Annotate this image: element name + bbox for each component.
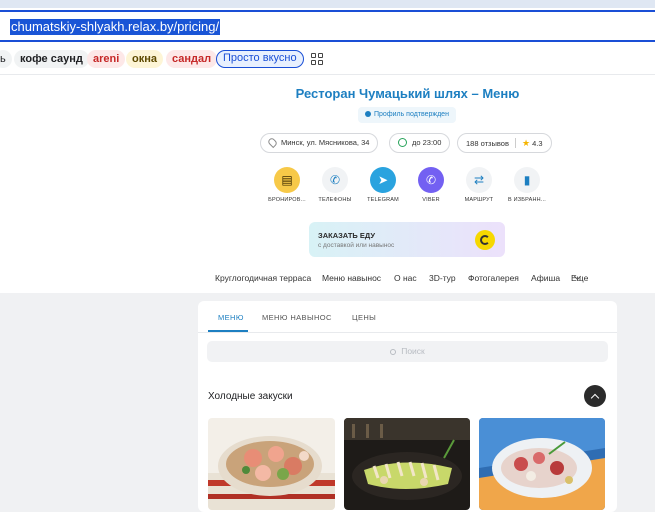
divider [198, 332, 617, 333]
chevron-up-icon [590, 393, 600, 402]
dish-photo[interactable] [479, 418, 605, 510]
section-title: Холодные закуски [208, 391, 293, 402]
calendar-icon: ▤ [274, 167, 300, 193]
nav-link[interactable]: Афиша [531, 273, 560, 283]
star-icon: ★ [521, 138, 531, 148]
collapse-button[interactable] [584, 385, 606, 407]
hours-pill[interactable]: до 23:00 [389, 133, 451, 153]
tab-prices[interactable]: ЦЕНЫ [352, 313, 376, 322]
bookmark-icon: ▮ [514, 167, 540, 193]
restaurant-header: Ресторан Чумацький шлях – Меню Профиль п… [0, 75, 655, 293]
menu-card: МЕНЮ МЕНЮ НАВЫНОС ЦЕНЫ Поиск Холодные за… [198, 301, 617, 512]
section-nav: Круглогодичная терраса Меню навынос О на… [0, 272, 655, 287]
bookmarks-bar: ь кофе саунд areni окна сандал Просто вк… [0, 46, 655, 72]
nav-link[interactable]: Меню навынос [322, 273, 381, 283]
order-title: ЗАКАЗАТЬ ЕДУ [318, 231, 376, 240]
bookmark-chip[interactable]: сандал [166, 50, 218, 68]
location-pin-icon [266, 136, 279, 149]
reviews-count: 188 отзывов [466, 139, 509, 148]
nav-link[interactable]: Фотогалерея [468, 273, 519, 283]
bookmark-chip[interactable]: кофе саунд [14, 50, 89, 68]
nav-more[interactable]: Еще [571, 272, 588, 283]
tab-menu[interactable]: МЕНЮ [218, 313, 244, 322]
action-buttons: ▤ БРОНИРОВ... ✆ ТЕЛЕФОНЫ ➤ TELEGRAM ✆ VI… [0, 167, 655, 207]
bookmark-chip[interactable]: ь [0, 50, 12, 68]
address-text: Минск, ул. Мясникова, 34 [281, 138, 370, 147]
clock-icon [398, 138, 407, 147]
hours-text: до 23:00 [412, 138, 442, 147]
search-icon [390, 349, 397, 355]
search-placeholder: Поиск [401, 346, 425, 356]
nav-link[interactable]: Круглогодичная терраса [215, 273, 311, 283]
dish-photo[interactable] [208, 418, 335, 510]
bookmark-chip[interactable]: Просто вкусно [216, 50, 304, 68]
reviews-pill[interactable]: 188 отзывов ★ 4.3 [457, 133, 552, 153]
nav-link[interactable]: О нас [394, 273, 417, 283]
action-label: В ИЗБРАНН... [508, 197, 546, 203]
tab-menu-takeaway[interactable]: МЕНЮ НАВЫНОС [262, 313, 332, 322]
delivery-logo-icon [475, 230, 495, 250]
address-pill[interactable]: Минск, ул. Мясникова, 34 [260, 133, 379, 153]
address-bar[interactable]: chumatskiy-shlyakh.relax.by/pricing/ [0, 10, 655, 42]
nav-link[interactable]: 3D-тур [429, 273, 456, 283]
check-icon [365, 111, 371, 117]
telegram-icon: ➤ [370, 167, 396, 193]
route-icon: ⇄ [466, 167, 492, 193]
dish-image-3 [479, 418, 605, 510]
viber-icon: ✆ [418, 167, 444, 193]
menu-search-input[interactable]: Поиск [207, 341, 608, 362]
rating-value: 4.3 [532, 139, 543, 148]
order-subtitle: с доставкой или навынос [318, 242, 395, 249]
bookmark-chip[interactable]: окна [126, 50, 163, 68]
favorites-button[interactable]: ▮ В ИЗБРАНН... [499, 167, 555, 203]
dish-photo[interactable] [344, 418, 470, 510]
dish-image-2 [344, 418, 470, 510]
order-food-banner[interactable]: ЗАКАЗАТЬ ЕДУ с доставкой или навынос [309, 222, 505, 257]
verified-badge: Профиль подтвержден [358, 107, 456, 123]
browser-top-strip [0, 0, 655, 8]
phone-icon: ✆ [322, 167, 348, 193]
page-title: Ресторан Чумацький шлях – Меню [295, 86, 520, 101]
url-text[interactable]: chumatskiy-shlyakh.relax.by/pricing/ [10, 19, 221, 35]
verified-label: Профиль подтвержден [374, 111, 449, 118]
dish-image-1 [208, 418, 335, 510]
apps-grid-icon[interactable] [311, 53, 323, 65]
bookmark-chip[interactable]: areni [87, 50, 126, 68]
